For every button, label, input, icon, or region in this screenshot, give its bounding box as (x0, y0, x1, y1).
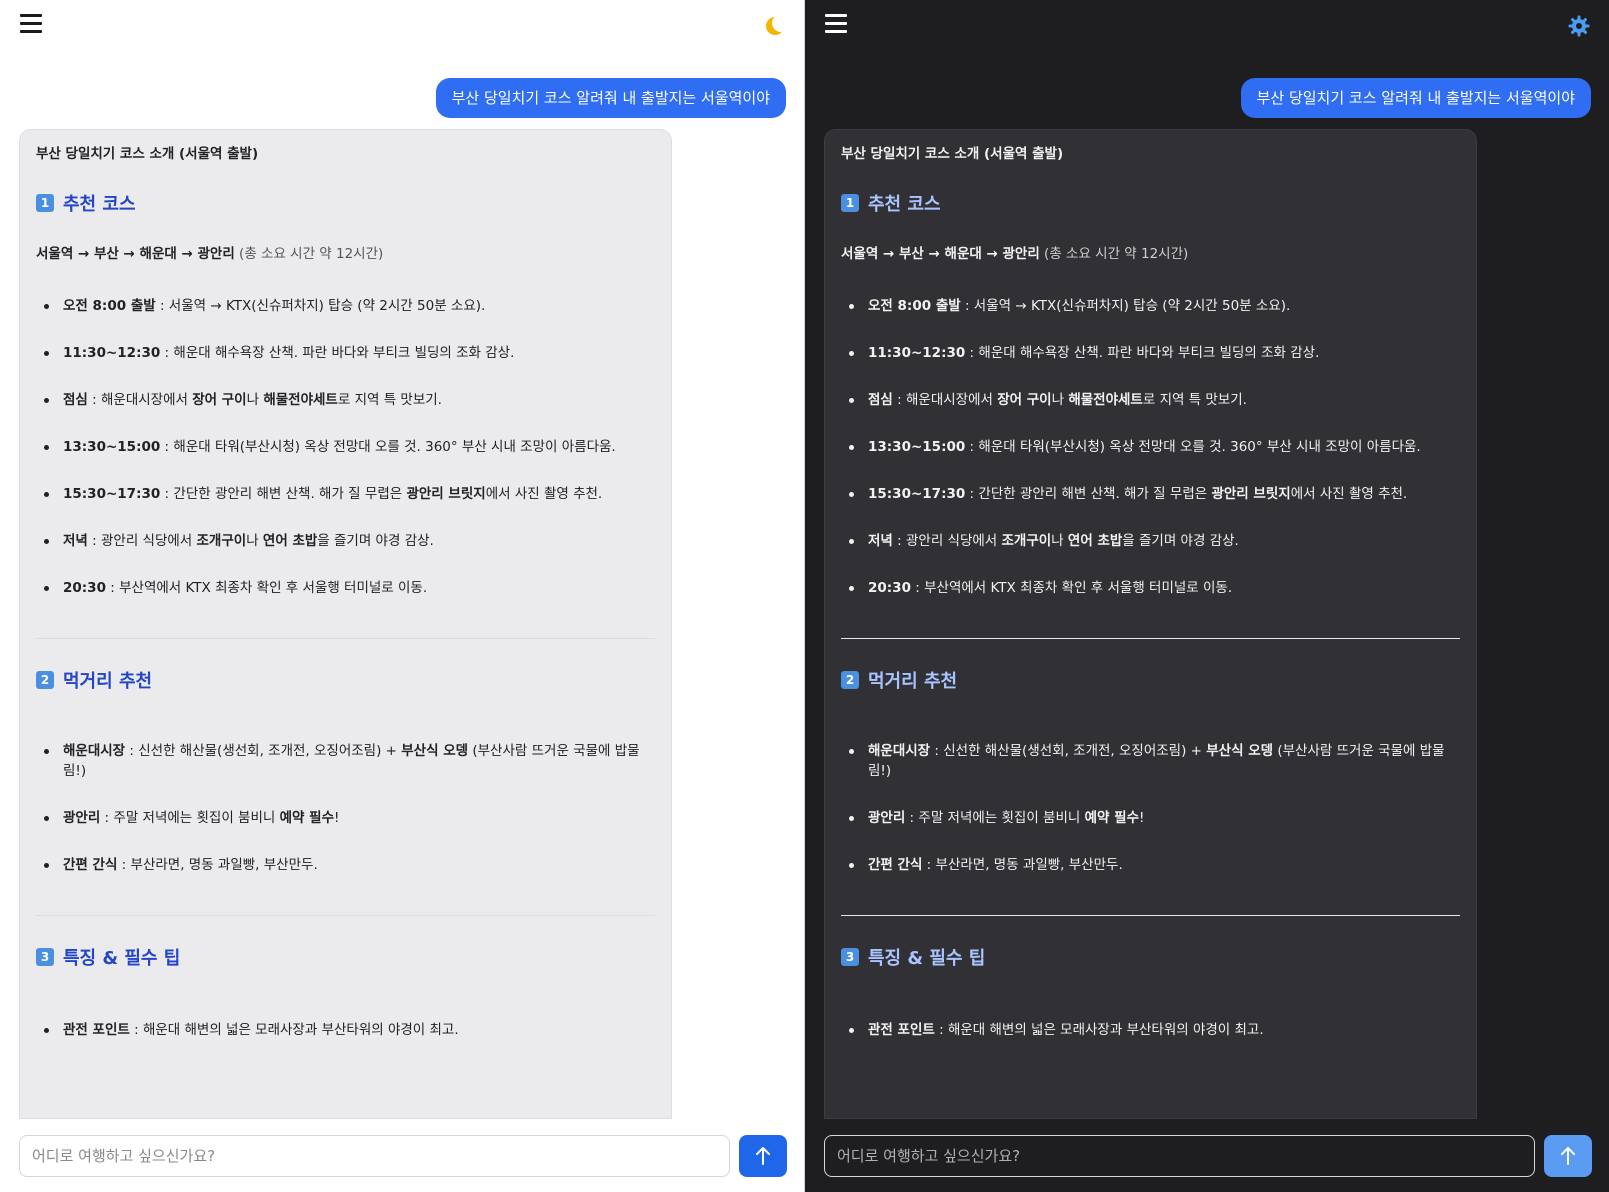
list-item: 20:30 : 부산역에서 KTX 최종차 확인 후 서울행 터미널로 이동. (841, 578, 1460, 598)
list-item: 점심 : 해운대시장에서 장어 구이나 해물전야세트로 지역 특 맛보기. (36, 390, 655, 410)
route-duration: (총 소요 시간 약 12시간) (1039, 246, 1189, 262)
list-item: 관전 포인트 : 해운대 해변의 넓은 모래사장과 부산타워의 야경이 최고. (36, 1020, 655, 1040)
section-heading-text: 추천 코스 (868, 194, 941, 215)
course-list: 오전 8:00 출발 : 서울역 → KTX(신슈퍼차지) 탑승 (약 2시간 … (841, 296, 1460, 598)
section-divider (841, 638, 1460, 639)
list-item: 관전 포인트 : 해운대 해변의 넓은 모래사장과 부산타워의 야경이 최고. (841, 1020, 1460, 1040)
gear-icon[interactable] (1567, 14, 1591, 38)
moon-icon[interactable] (762, 14, 786, 38)
section-heading-food: 2 먹거리 추천 (841, 667, 1460, 693)
list-item: 간편 간식 : 부산라면, 명동 과일빵, 부산만두. (841, 855, 1460, 875)
light-theme-pane: 부산 당일치기 코스 알려줘 내 출발지는 서울역이야 부산 당일치기 코스 소… (0, 0, 804, 1192)
section-divider (36, 915, 655, 916)
number-badge-icon: 3 (36, 948, 54, 966)
course-list: 오전 8:00 출발 : 서울역 → KTX(신슈퍼차지) 탑승 (약 2시간 … (36, 296, 655, 598)
list-item: 저녁 : 광안리 식당에서 조개구이나 연어 초밥을 즐기며 야경 감상. (36, 531, 655, 551)
list-item: 광안리 : 주말 저녁에는 횟집이 붐비니 예약 필수! (36, 808, 655, 828)
list-item: 해운대시장 : 신선한 해산물(생선회, 조개전, 오징어조림) + 부산식 오… (841, 741, 1460, 781)
send-button[interactable] (1544, 1135, 1592, 1177)
section-heading-tips: 3 특징 & 필수 팁 (36, 944, 655, 970)
number-badge-icon: 2 (841, 671, 859, 689)
tips-list: 관전 포인트 : 해운대 해변의 넓은 모래사장과 부산타워의 야경이 최고. (841, 1020, 1460, 1040)
assistant-answer-card: 부산 당일치기 코스 소개 (서울역 출발) 1 추천 코스 서울역 → 부산 … (19, 129, 672, 1119)
list-item: 13:30~15:00 : 해운대 타워(부산시청) 옥상 전망대 오를 것. … (841, 437, 1460, 457)
food-list: 해운대시장 : 신선한 해산물(생선회, 조개전, 오징어조림) + 부산식 오… (841, 741, 1460, 875)
list-item: 20:30 : 부산역에서 KTX 최종차 확인 후 서울행 터미널로 이동. (36, 578, 655, 598)
section-heading-text: 특징 & 필수 팁 (63, 948, 181, 969)
list-item: 13:30~15:00 : 해운대 타워(부산시청) 옥상 전망대 오를 것. … (36, 437, 655, 457)
list-item: 오전 8:00 출발 : 서울역 → KTX(신슈퍼차지) 탑승 (약 2시간 … (36, 296, 655, 316)
number-badge-icon: 1 (841, 194, 859, 212)
section-heading-course: 1 추천 코스 (841, 190, 1460, 216)
list-item: 15:30~17:30 : 간단한 광안리 해변 산책. 해가 질 무렵은 광안… (36, 484, 655, 504)
arrow-up-icon (1561, 1147, 1575, 1165)
tips-list: 관전 포인트 : 해운대 해변의 넓은 모래사장과 부산타워의 야경이 최고. (36, 1020, 655, 1040)
list-item: 저녁 : 광안리 식당에서 조개구이나 연어 초밥을 즐기며 야경 감상. (841, 531, 1460, 551)
section-heading-course: 1 추천 코스 (36, 190, 655, 216)
list-item: 간편 간식 : 부산라면, 명동 과일빵, 부산만두. (36, 855, 655, 875)
list-item: 광안리 : 주말 저녁에는 횟집이 붐비니 예약 필수! (841, 808, 1460, 828)
section-heading-food: 2 먹거리 추천 (36, 667, 655, 693)
assistant-answer-card: 부산 당일치기 코스 소개 (서울역 출발) 1 추천 코스 서울역 → 부산 … (824, 129, 1477, 1119)
section-heading-text: 추천 코스 (63, 194, 136, 215)
section-divider (841, 915, 1460, 916)
list-item: 해운대시장 : 신선한 해산물(생선회, 조개전, 오징어조림) + 부산식 오… (36, 741, 655, 781)
section-heading-tips: 3 특징 & 필수 팁 (841, 944, 1460, 970)
section-divider (36, 638, 655, 639)
route-summary: 서울역 → 부산 → 해운대 → 광안리 (총 소요 시간 약 12시간) (36, 242, 655, 262)
route-path: 서울역 → 부산 → 해운대 → 광안리 (36, 246, 235, 262)
list-item: 15:30~17:30 : 간단한 광안리 해변 산책. 해가 질 무렵은 광안… (841, 484, 1460, 504)
chat-input-row (19, 1135, 787, 1177)
route-summary: 서울역 → 부산 → 해운대 → 광안리 (총 소요 시간 약 12시간) (841, 242, 1460, 262)
user-message-bubble: 부산 당일치기 코스 알려줘 내 출발지는 서울역이야 (435, 78, 786, 118)
list-item: 점심 : 해운대시장에서 장어 구이나 해물전야세트로 지역 특 맛보기. (841, 390, 1460, 410)
hamburger-menu-icon[interactable] (825, 14, 847, 34)
answer-title: 부산 당일치기 코스 소개 (서울역 출발) (841, 146, 1064, 162)
list-item: 11:30~12:30 : 해운대 해수욕장 산책. 파란 바다와 부티크 빌딩… (36, 343, 655, 363)
number-badge-icon: 1 (36, 194, 54, 212)
list-item: 오전 8:00 출발 : 서울역 → KTX(신슈퍼차지) 탑승 (약 2시간 … (841, 296, 1460, 316)
route-path: 서울역 → 부산 → 해운대 → 광안리 (841, 246, 1040, 262)
chat-input[interactable] (19, 1135, 730, 1177)
arrow-up-icon (756, 1147, 770, 1165)
answer-title: 부산 당일치기 코스 소개 (서울역 출발) (36, 146, 259, 162)
send-button[interactable] (739, 1135, 787, 1177)
dark-theme-pane: 부산 당일치기 코스 알려줘 내 출발지는 서울역이야 부산 당일치기 코스 소… (805, 0, 1609, 1192)
user-message-bubble: 부산 당일치기 코스 알려줘 내 출발지는 서울역이야 (1240, 78, 1591, 118)
number-badge-icon: 3 (841, 948, 859, 966)
list-item: 11:30~12:30 : 해운대 해수욕장 산책. 파란 바다와 부티크 빌딩… (841, 343, 1460, 363)
section-heading-text: 특징 & 필수 팁 (868, 948, 986, 969)
food-list: 해운대시장 : 신선한 해산물(생선회, 조개전, 오징어조림) + 부산식 오… (36, 741, 655, 875)
route-duration: (총 소요 시간 약 12시간) (234, 246, 384, 262)
chat-input[interactable] (824, 1135, 1535, 1177)
number-badge-icon: 2 (36, 671, 54, 689)
section-heading-text: 먹거리 추천 (63, 671, 153, 692)
hamburger-menu-icon[interactable] (20, 14, 42, 34)
chat-input-row (824, 1135, 1592, 1177)
section-heading-text: 먹거리 추천 (868, 671, 958, 692)
